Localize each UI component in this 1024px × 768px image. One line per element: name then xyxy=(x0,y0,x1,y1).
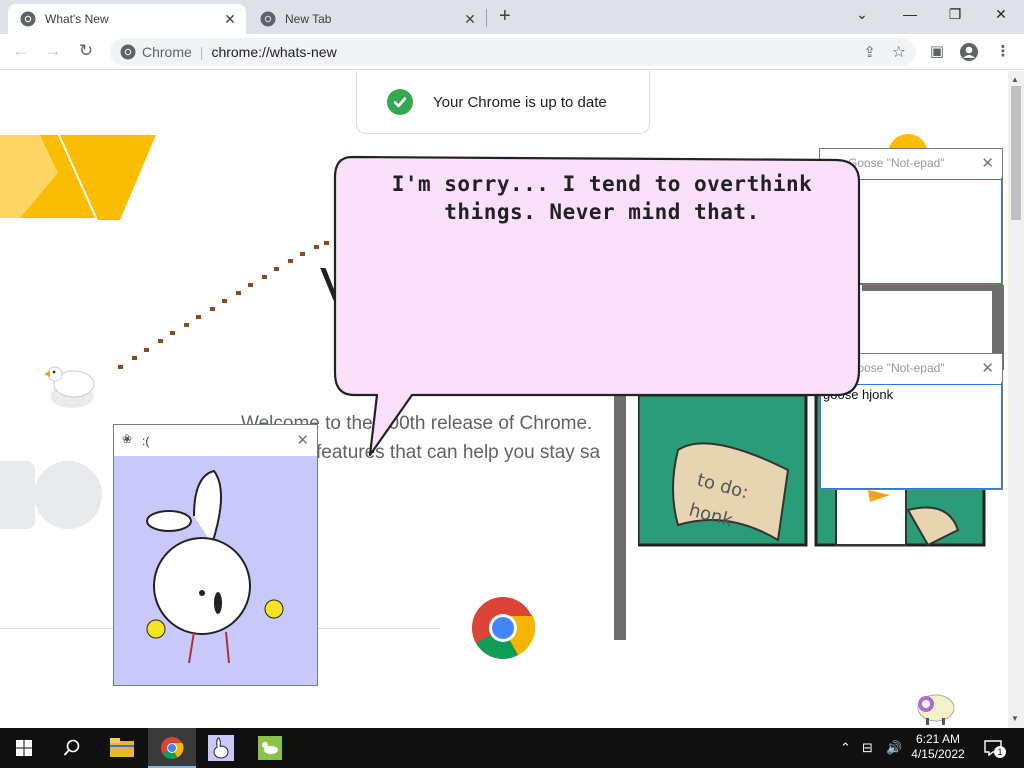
tab-title: New Tab xyxy=(285,12,332,26)
bookmark-star-icon[interactable]: ☆ xyxy=(892,42,906,62)
decorative-gray-shape xyxy=(0,461,35,529)
restore-button[interactable]: ❐ xyxy=(940,6,970,23)
goose-footprints xyxy=(118,238,364,369)
decorative-gray-circle xyxy=(34,461,102,529)
start-button[interactable] xyxy=(0,728,48,768)
update-status-text: Your Chrome is up to date xyxy=(433,93,607,111)
clock-date: 4/15/2022 xyxy=(911,747,965,761)
share-icon[interactable]: ⇪ xyxy=(863,43,876,61)
tab-title: What's New xyxy=(45,12,109,26)
chrome-icon xyxy=(120,44,136,60)
close-tab-icon[interactable]: ✕ xyxy=(222,11,238,28)
minimize-button[interactable]: — xyxy=(895,6,925,22)
tab-new-tab[interactable]: New Tab ✕ xyxy=(248,4,486,34)
toolbar: ← → ↻ Chrome | chrome://whats-new ⇪ ☆ ▣ … xyxy=(0,34,1024,70)
profile-avatar-icon[interactable] xyxy=(959,42,979,62)
tab-search-icon[interactable]: ⌄ xyxy=(847,6,877,23)
close-window-button[interactable]: ✕ xyxy=(986,6,1016,23)
action-center-button[interactable]: 1 xyxy=(983,738,1006,763)
file-explorer-button[interactable] xyxy=(98,728,146,768)
app-icon: ❀ xyxy=(122,432,133,446)
sad-bunny-image xyxy=(146,469,284,664)
tab-strip: What's New ✕ New Tab ✕ + ⌄ — ❐ ✕ xyxy=(0,0,1024,34)
windows-logo-icon xyxy=(16,740,32,756)
menu-kebab-icon[interactable]: ⋮ xyxy=(993,42,1013,62)
clock-time: 6:21 AM xyxy=(915,732,961,746)
desktop-goose-taskbar-button[interactable] xyxy=(246,728,294,768)
close-icon[interactable]: ✕ xyxy=(981,359,994,377)
scrollbar-thumb[interactable] xyxy=(1011,86,1021,220)
close-icon[interactable]: ✕ xyxy=(981,154,994,172)
site-chip-label: Chrome xyxy=(142,44,192,60)
scroll-up-arrow[interactable]: ▲ xyxy=(1011,75,1019,84)
tab-whats-new[interactable]: What's New ✕ xyxy=(8,4,246,34)
chrome-icon xyxy=(20,11,36,27)
chrome-icon xyxy=(260,11,276,27)
bunny-app-icon xyxy=(208,735,234,761)
chrome-taskbar-button[interactable] xyxy=(148,728,196,768)
decorative-yellow-shape xyxy=(0,135,156,220)
scroll-down-arrow[interactable]: ▼ xyxy=(1011,714,1019,723)
system-clock[interactable]: 6:21 AM 4/15/2022 xyxy=(903,732,973,762)
goose-sprite[interactable] xyxy=(40,358,100,410)
network-icon[interactable]: ⊟ xyxy=(862,740,873,756)
close-icon[interactable]: ✕ xyxy=(296,431,309,449)
image-canvas xyxy=(114,456,317,685)
goose-image-window[interactable]: :( ❀ ✕ xyxy=(113,424,318,686)
omnibox-divider: | xyxy=(199,44,204,60)
back-button[interactable]: ← xyxy=(10,41,32,61)
side-panel-icon[interactable]: ▣ xyxy=(927,42,947,62)
window-title: :( xyxy=(142,433,150,448)
search-icon xyxy=(63,739,80,756)
reload-button[interactable]: ↻ xyxy=(75,41,97,61)
window-shadow xyxy=(862,285,1004,291)
taskbar: ⌃ ⊟ 🔊 6:21 AM 4/15/2022 1 xyxy=(0,728,1024,768)
address-bar[interactable]: Chrome | chrome://whats-new ⇪ ☆ xyxy=(110,38,916,66)
forward-button[interactable]: → xyxy=(42,41,64,61)
url-text: chrome://whats-new xyxy=(211,44,337,60)
checkmark-icon xyxy=(387,89,413,115)
tab-separator xyxy=(486,9,487,27)
chrome-icon xyxy=(161,737,184,759)
new-tab-button[interactable]: + xyxy=(499,5,511,28)
goose-speech-text: I'm sorry... I tend to overthink things.… xyxy=(391,172,813,224)
update-status-card: Your Chrome is up to date xyxy=(356,71,650,134)
volume-icon[interactable]: 🔊 xyxy=(886,740,902,756)
chrome-logo-icon xyxy=(472,597,535,659)
close-tab-icon[interactable]: ✕ xyxy=(462,11,478,28)
notification-count-badge: 1 xyxy=(994,746,1006,758)
search-button[interactable] xyxy=(48,728,96,768)
sheep-pet-sprite[interactable] xyxy=(912,688,956,726)
goose-app-taskbar-button[interactable] xyxy=(197,728,245,768)
folder-icon xyxy=(110,738,134,757)
show-hidden-icons-chevron-icon[interactable]: ⌃ xyxy=(840,740,851,756)
goose-app-icon xyxy=(258,736,282,760)
